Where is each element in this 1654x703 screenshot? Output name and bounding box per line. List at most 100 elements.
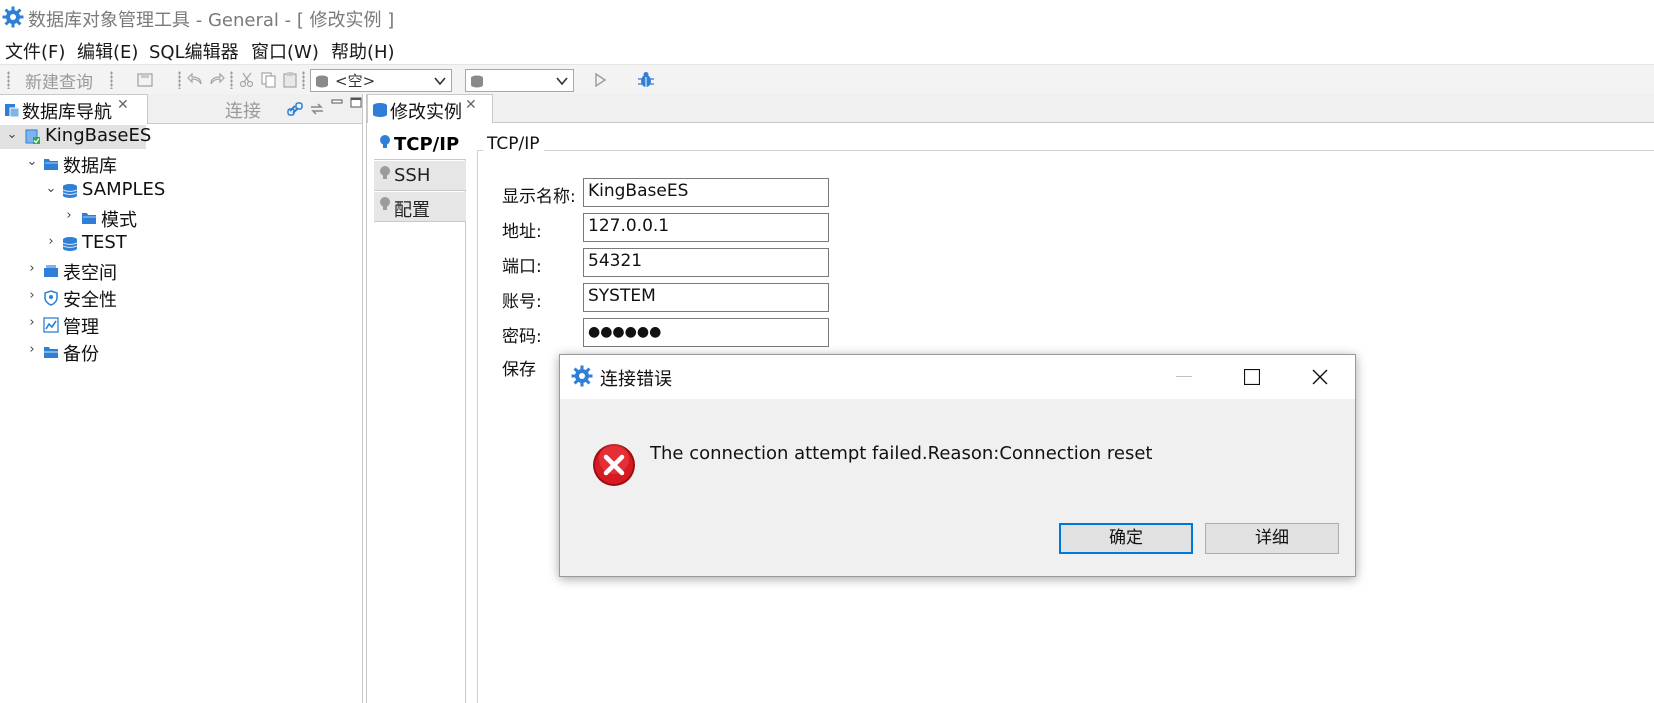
menu-edit[interactable]: 编辑(E) [77, 38, 138, 64]
folder-icon [82, 213, 96, 224]
window-title: 数据库对象管理工具 - General - [ 修改实例 ] [28, 10, 395, 31]
ok-button[interactable]: 确定 [1059, 523, 1193, 554]
tab-modify-instance[interactable]: 修改实例 ✕ [367, 94, 493, 123]
database-icon [62, 237, 78, 251]
chevron-right-icon[interactable]: › [25, 342, 39, 360]
connection-select-value: <空> [335, 72, 376, 90]
copy-icon[interactable] [260, 71, 278, 89]
tab-label: TCP/IP [394, 134, 460, 155]
new-query-button[interactable]: 新建查询 [25, 68, 93, 93]
chevron-right-icon[interactable]: › [25, 315, 39, 333]
gear-icon [2, 6, 24, 28]
debug-icon[interactable] [637, 71, 655, 89]
close-icon[interactable]: ✕ [465, 97, 477, 113]
window-titlebar: 数据库对象管理工具 - General - [ 修改实例 ] [0, 0, 1654, 34]
tree-node-label: 表空间 [63, 263, 117, 284]
display-name-field[interactable]: KingBaseES [583, 178, 829, 207]
tab-label: SSH [394, 165, 431, 186]
tree-node-label: TEST [82, 232, 127, 253]
chevron-down-icon[interactable]: ⌄ [44, 181, 58, 199]
tab-config[interactable]: 配置 [374, 192, 466, 222]
link-icon[interactable] [287, 101, 303, 117]
chevron-down-icon [556, 77, 568, 86]
minimize-icon[interactable] [331, 97, 343, 107]
dialog-title: 连接错误 [600, 369, 672, 390]
chevron-down-icon[interactable]: ⌄ [5, 127, 19, 145]
tree-node-tablespace[interactable]: › 表空间 [0, 259, 200, 284]
tab-ssh[interactable]: SSH [374, 161, 466, 191]
menu-window[interactable]: 窗口(W) [251, 38, 319, 64]
port-field[interactable]: 54321 [583, 248, 829, 277]
toolbar-grip[interactable] [302, 71, 305, 89]
gear-icon [571, 365, 593, 387]
chevron-right-icon[interactable]: › [62, 208, 76, 226]
redo-icon[interactable] [207, 71, 225, 89]
connection-side-tabs: TCP/IP SSH 配置 [374, 130, 466, 703]
toolbar-grip[interactable] [230, 71, 233, 89]
tab-tcpip[interactable]: TCP/IP [374, 130, 466, 160]
lightbulb-icon [380, 135, 390, 148]
tablespace-icon [44, 265, 58, 277]
tree-node-schema[interactable]: › 模式 [0, 206, 200, 231]
save-icon[interactable] [136, 71, 154, 89]
password-label: 密码: [502, 327, 542, 347]
tree-node-label: 模式 [101, 210, 137, 231]
dialog-maximize-button[interactable] [1218, 355, 1286, 399]
shield-icon [44, 290, 58, 306]
connection-select[interactable]: <空> [310, 69, 452, 92]
sync-icon[interactable] [309, 101, 325, 117]
toolbar-grip[interactable] [110, 71, 113, 89]
tree-node-test[interactable]: › TEST [0, 232, 200, 256]
database-select[interactable] [465, 69, 574, 92]
tab-label: 数据库导航 [22, 102, 112, 123]
address-label: 地址: [502, 222, 542, 242]
port-label: 端口: [502, 257, 542, 277]
tree-node-security[interactable]: › 安全性 [0, 286, 200, 311]
chevron-right-icon[interactable]: › [44, 234, 58, 252]
undo-icon[interactable] [187, 71, 205, 89]
chevron-down-icon [434, 77, 446, 86]
lightbulb-icon [380, 197, 390, 210]
maximize-icon [1244, 369, 1260, 385]
chevron-right-icon[interactable]: › [25, 288, 39, 306]
chevron-right-icon[interactable]: › [25, 261, 39, 279]
close-icon[interactable]: ✕ [117, 97, 129, 113]
menu-file[interactable]: 文件(F) [5, 38, 65, 64]
group-title: TCP/IP [483, 134, 544, 154]
password-field[interactable]: ●●●●●● [583, 318, 829, 347]
database-icon [373, 103, 387, 117]
navigator-tabbar: 数据库导航 ✕ 连接 [0, 94, 362, 124]
management-icon [43, 317, 59, 333]
dialog-close-button[interactable] [1286, 355, 1354, 399]
editor-tabbar: 修改实例 ✕ [367, 94, 1654, 123]
details-button[interactable]: 详细 [1205, 523, 1339, 554]
connect-button[interactable]: 连接 [225, 97, 261, 123]
minimize-icon [1176, 376, 1192, 377]
run-icon[interactable] [591, 71, 609, 89]
tab-database-navigator[interactable]: 数据库导航 ✕ [0, 94, 148, 124]
connection-error-dialog: 连接错误 The connection attempt failed.Reaso… [559, 354, 1356, 577]
dialog-minimize-button[interactable] [1150, 355, 1218, 399]
toolbar-grip[interactable] [178, 71, 181, 89]
paste-icon[interactable] [281, 71, 299, 89]
address-field[interactable]: 127.0.0.1 [583, 213, 829, 242]
tree-node-kingbasees[interactable]: ⌄ KingBaseES [0, 125, 151, 149]
folder-icon [44, 159, 58, 170]
menu-help[interactable]: 帮助(H) [331, 38, 395, 64]
cut-icon[interactable] [238, 71, 256, 89]
tree-node-backup[interactable]: › 备份 [0, 340, 200, 365]
display-name-label: 显示名称: [502, 187, 576, 207]
toolbar-grip[interactable] [7, 71, 10, 89]
toolbar: 新建查询 <空> [0, 64, 1654, 94]
error-icon [593, 444, 635, 486]
tree-node-databases[interactable]: ⌄ 数据库 [0, 152, 200, 177]
dialog-titlebar[interactable]: 连接错误 [560, 355, 1355, 399]
tree-node-label: 安全性 [63, 290, 117, 311]
account-label: 账号: [502, 292, 542, 312]
tree-node-management[interactable]: › 管理 [0, 313, 200, 338]
account-field[interactable]: SYSTEM [583, 283, 829, 312]
maximize-icon[interactable] [350, 97, 362, 109]
chevron-down-icon[interactable]: ⌄ [25, 154, 39, 172]
menu-sql-editor[interactable]: SQL编辑器 [149, 38, 239, 64]
tree-node-samples[interactable]: ⌄ SAMPLES [0, 179, 200, 203]
